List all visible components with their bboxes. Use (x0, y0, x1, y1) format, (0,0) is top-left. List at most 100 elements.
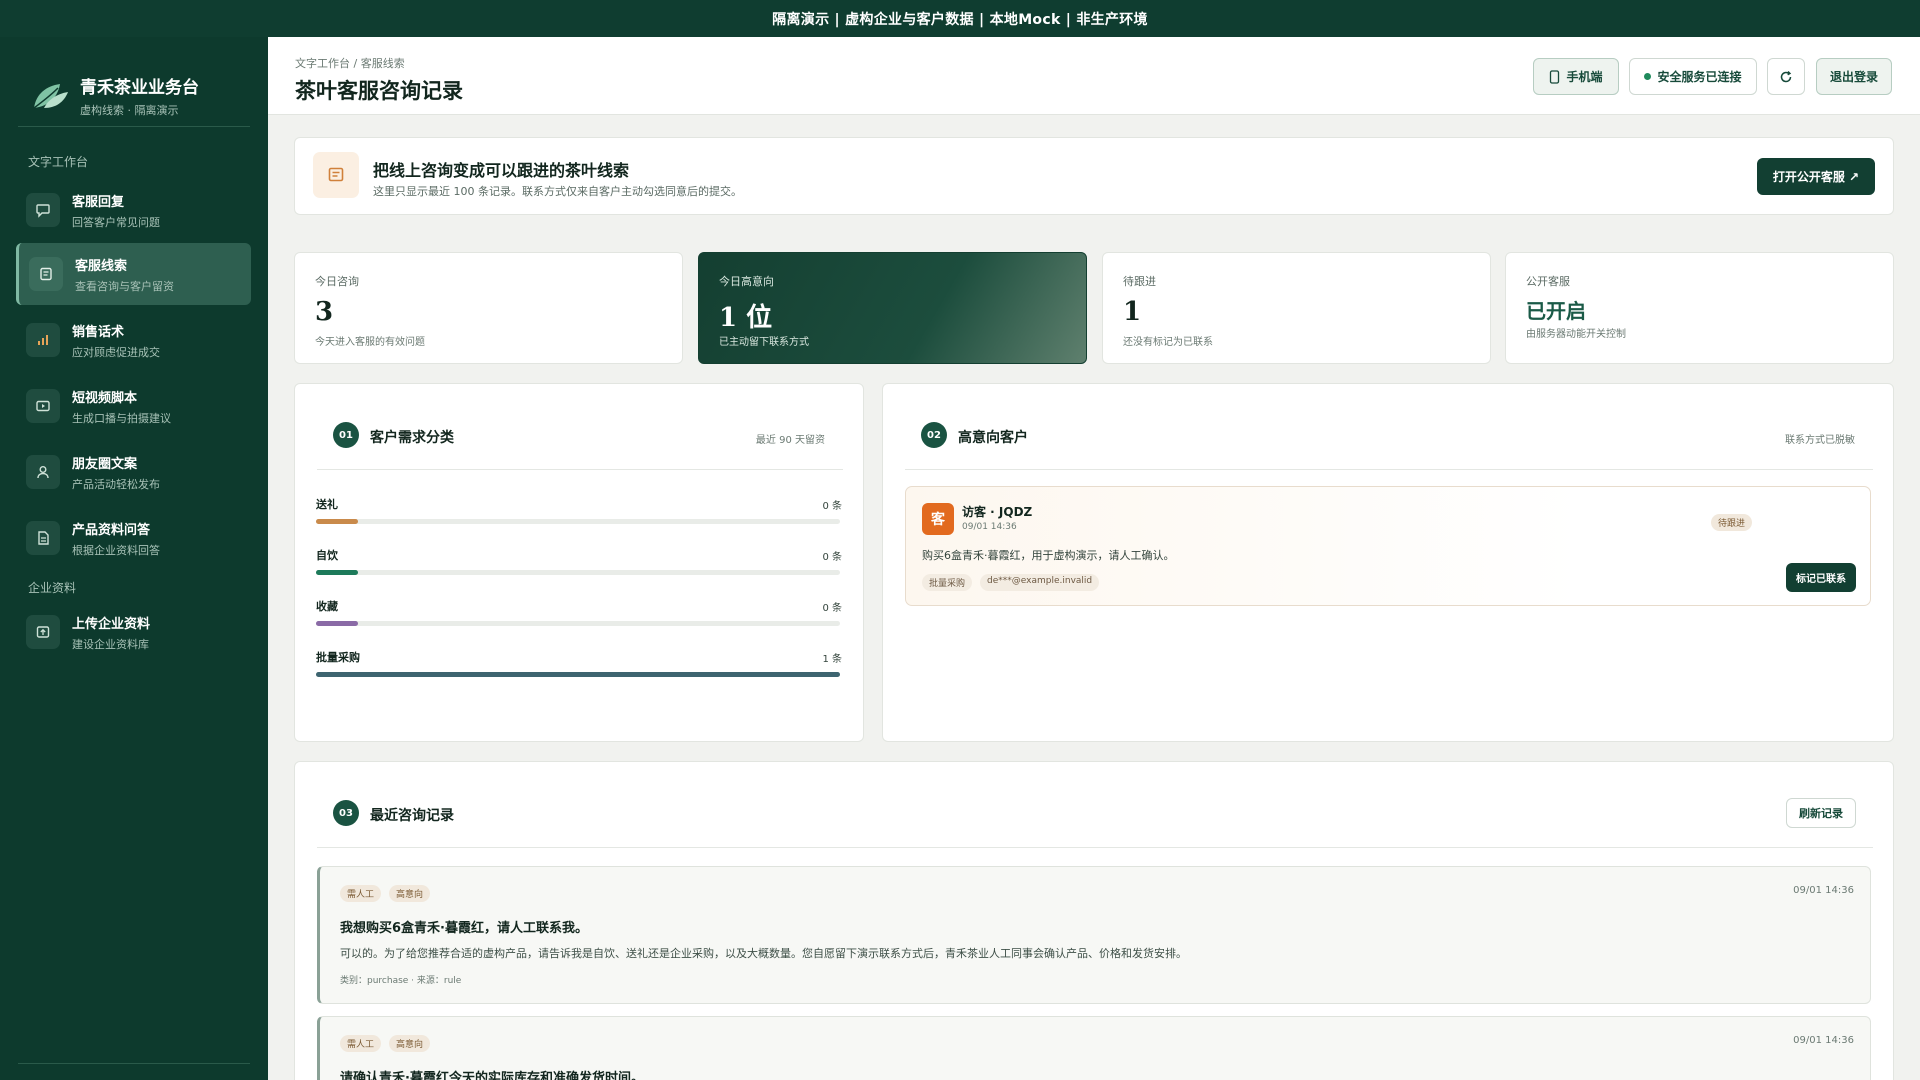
stat-note: 还没有标记为已联系 (1123, 337, 1213, 348)
record-tags: 需人工 高意向 (340, 885, 431, 902)
need-bar-track (316, 621, 840, 626)
panel-title: 客户需求分类 (370, 430, 454, 446)
need-bar-fill (316, 570, 358, 575)
stat-value: 已开启 (1526, 299, 1586, 323)
sidebar-item-title: 客服线索 (75, 258, 128, 274)
list-item[interactable]: 需人工 高意向 09/01 14:36 请确认青禾·暮霞红今天的实际库存和准确发… (317, 1016, 1871, 1080)
brand-subtitle: 虚构线索 · 隔离演示 (80, 103, 179, 117)
lead-tags: 批量采购 de***@example.invalid (922, 574, 1100, 591)
stat-pending-followup: 待跟进 1 还没有标记为已联系 (1102, 252, 1491, 364)
need-count: 1 条 (822, 654, 842, 665)
record-question: 请确认青禾·暮霞红今天的实际库存和准确发货时间。 (340, 1071, 644, 1080)
lead-message: 购买6盒青禾·暮霞红，用于虚构演示，请人工确认。 (922, 549, 1175, 562)
need-label: 收藏 (316, 600, 338, 613)
stat-label: 待跟进 (1123, 275, 1156, 288)
lead-card: 客 访客 · JQDZ 09/01 14:36 待跟进 购买6盒青禾·暮霞红，用… (905, 486, 1871, 606)
chat-bubble-icon (26, 193, 60, 227)
section-label-company: 企业资料 (28, 581, 77, 595)
record-tag: 需人工 (340, 885, 382, 902)
need-bar-fill (316, 672, 840, 677)
record-answer: 可以的。为了给您推荐合适的虚构产品，请告诉我是自饮、送礼还是企业采购，以及大概数… (340, 947, 1187, 960)
stat-note: 由服务器动能开关控制 (1526, 329, 1626, 340)
sidebar-item-sales-scripts[interactable]: 销售话术 应对顾虑促进成交 (16, 309, 251, 371)
sidebar-item-product-qa[interactable]: 产品资料问答 根据企业资料回答 (16, 507, 251, 569)
stat-public-service: 公开客服 已开启 由服务器动能开关控制 (1505, 252, 1894, 364)
record-tags: 需人工 高意向 (340, 1035, 431, 1052)
divider (905, 469, 1873, 470)
high-intent-panel: 02 高意向客户 联系方式已脱敏 客 访客 · JQDZ 09/01 14:36… (882, 383, 1894, 742)
need-label: 自饮 (316, 549, 338, 562)
lead-time: 09/01 14:36 (962, 522, 1017, 532)
sidebar-item-title: 销售话术 (72, 324, 125, 340)
open-public-service-button[interactable]: 打开公开客服 ↗ (1757, 158, 1875, 195)
stat-value: 3 (315, 297, 334, 327)
message-lines-icon (29, 257, 63, 291)
refresh-records-button[interactable]: 刷新记录 (1786, 798, 1856, 828)
need-label: 批量采购 (316, 651, 360, 664)
page-header: 文字工作台 / 客服线索 茶叶客服咨询记录 手机端 安全服务已连接 退出登录 (268, 37, 1920, 115)
brand: 青禾茶业业务台 虚构线索 · 隔离演示 (0, 37, 268, 127)
mark-contacted-button[interactable]: 标记已联系 (1786, 563, 1856, 592)
sidebar-item-subtitle: 建设企业资料库 (72, 637, 149, 651)
banner-title: 把线上咨询变成可以跟进的茶叶线索 (373, 161, 630, 180)
record-tag: 需人工 (340, 1035, 382, 1052)
mobile-button[interactable]: 手机端 (1533, 58, 1619, 95)
need-bar-track (316, 672, 840, 677)
divider (317, 469, 843, 470)
sidebar-item-subtitle: 根据企业资料回答 (72, 543, 160, 557)
record-time: 09/01 14:36 (1793, 885, 1854, 896)
sidebar-item-subtitle: 生成口播与拍摄建议 (72, 411, 171, 425)
panel-title: 高意向客户 (958, 430, 1028, 446)
leaf-logo-icon (33, 84, 68, 109)
need-count: 0 条 (822, 552, 842, 563)
environment-banner: 隔离演示 | 虚构企业与客户数据 | 本地Mock | 非生产环境 (0, 0, 1920, 37)
lead-contact-tag: de***@example.invalid (980, 574, 1100, 591)
divider (18, 126, 250, 127)
record-tag: 高意向 (389, 885, 431, 902)
stat-today-high-intent: 今日高意向 1 位 已主动留下联系方式 (698, 252, 1087, 364)
section-number-badge: 02 (921, 422, 947, 448)
panel-meta: 联系方式已脱敏 (1785, 435, 1855, 446)
user-icon (26, 455, 60, 489)
sidebar-item-customer-reply[interactable]: 客服回复 回答客户常见问题 (16, 179, 251, 241)
sidebar-item-moments-copy[interactable]: 朋友圈文案 产品活动轻松发布 (16, 441, 251, 503)
stat-label: 今日咨询 (315, 275, 359, 288)
sidebar-item-subtitle: 回答客户常见问题 (72, 215, 160, 229)
sidebar-item-video-script[interactable]: 短视频脚本 生成口播与拍摄建议 (16, 375, 251, 437)
document-icon (26, 521, 60, 555)
sidebar-item-upload-docs[interactable]: 上传企业资料 建设企业资料库 (16, 601, 251, 663)
list-item[interactable]: 需人工 高意向 09/01 14:36 我想购买6盒青禾·暮霞红，请人工联系我。… (317, 866, 1871, 1004)
divider (317, 847, 1873, 848)
sidebar-item-title: 上传企业资料 (72, 616, 151, 632)
secure-service-status: 安全服务已连接 (1629, 58, 1757, 95)
stat-value: 1 (1123, 297, 1142, 327)
lead-name: 访客 · JQDZ (962, 505, 1033, 519)
panel-meta: 最近 90 天留资 (755, 435, 825, 446)
panel-title: 最近咨询记录 (370, 808, 454, 824)
bar-chart-icon (26, 323, 60, 357)
customer-needs-panel: 01 客户需求分类 最近 90 天留资 送礼 0 条 自饮 0 条 收藏 0 条… (294, 383, 864, 742)
need-bar-track (316, 519, 840, 524)
brand-title: 青禾茶业业务台 (80, 77, 199, 98)
need-bar-fill (316, 519, 358, 524)
section-number-badge: 03 (333, 800, 359, 826)
refresh-button[interactable] (1767, 58, 1805, 95)
stat-note: 今天进入客服的有效问题 (315, 337, 425, 348)
sidebar-item-title: 客服回复 (72, 194, 125, 210)
sidebar: 青禾茶业业务台 虚构线索 · 隔离演示 文字工作台 客服回复 回答客户常见问题 … (0, 37, 268, 1080)
need-count: 0 条 (822, 603, 842, 614)
sidebar-item-subtitle: 查看咨询与客户留资 (75, 279, 174, 293)
lead-status-badge: 待跟进 (1711, 511, 1753, 531)
sidebar-item-customer-leads[interactable]: 客服线索 查看咨询与客户留资 (16, 243, 251, 305)
stat-label: 公开客服 (1526, 275, 1570, 288)
logout-button[interactable]: 退出登录 (1816, 58, 1892, 95)
record-question: 我想购买6盒青禾·暮霞红，请人工联系我。 (340, 921, 588, 936)
record-time: 09/01 14:36 (1793, 1035, 1854, 1046)
record-meta: 类别：purchase · 来源：rule (340, 976, 462, 986)
sidebar-item-title: 短视频脚本 (72, 390, 138, 406)
sidebar-item-subtitle: 应对顾虑促进成交 (72, 345, 160, 359)
record-tag: 高意向 (389, 1035, 431, 1052)
section-label-workbench: 文字工作台 (28, 155, 89, 169)
sidebar-item-title: 产品资料问答 (72, 522, 151, 538)
phone-icon (1550, 69, 1560, 84)
